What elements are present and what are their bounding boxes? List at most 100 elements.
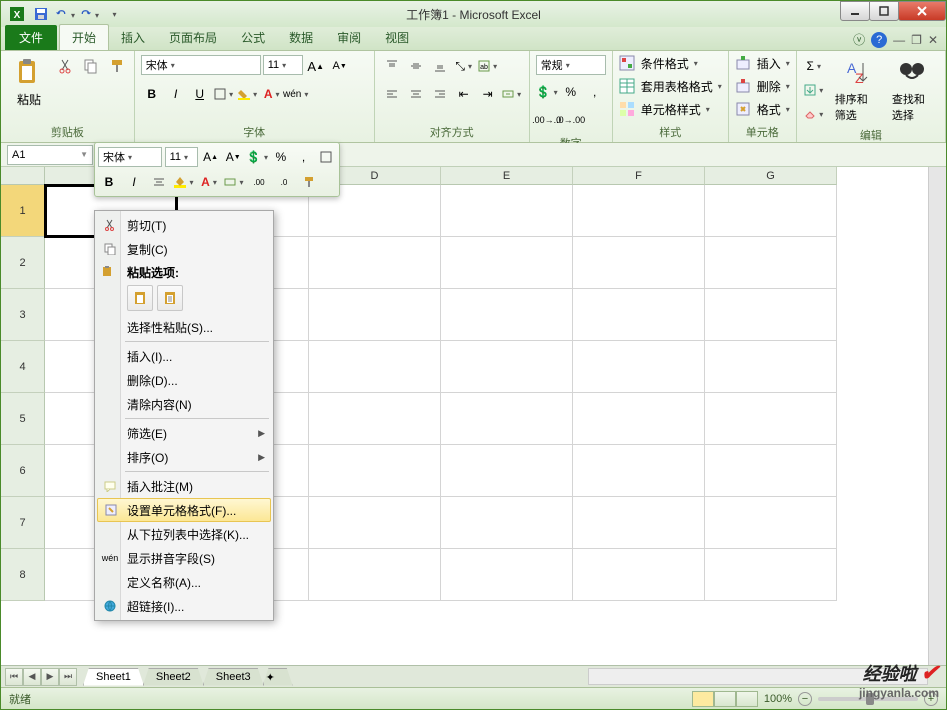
cm-cut[interactable]: 剪切(T) (97, 213, 271, 237)
cell[interactable] (309, 445, 441, 497)
zoom-level[interactable]: 100% (764, 693, 792, 705)
tab-insert[interactable]: 插入 (109, 25, 157, 50)
cell[interactable] (441, 341, 573, 393)
number-format-combo[interactable]: 常规 (536, 55, 606, 75)
underline-icon[interactable]: U (189, 83, 211, 105)
cell[interactable] (705, 497, 837, 549)
cell[interactable] (573, 289, 705, 341)
cm-hyperlink[interactable]: 超链接(I)... (97, 594, 271, 618)
cm-format-cells[interactable]: 设置单元格格式(F)... (97, 498, 271, 522)
cm-define-name[interactable]: 定义名称(A)... (97, 570, 271, 594)
view-page-break-icon[interactable] (736, 691, 758, 707)
currency-icon[interactable]: 💲 (536, 81, 558, 103)
clear-icon[interactable] (803, 103, 825, 125)
cell[interactable] (705, 341, 837, 393)
sheet-nav-next-icon[interactable]: ▶ (41, 668, 59, 686)
cell[interactable] (309, 549, 441, 601)
align-center-icon[interactable] (405, 83, 427, 105)
doc-minimize-icon[interactable]: — (893, 33, 905, 47)
mini-size-combo[interactable]: 11 (165, 147, 198, 167)
tab-data[interactable]: 数据 (277, 25, 325, 50)
delete-cells-button[interactable]: 删除 (735, 78, 790, 95)
cell[interactable] (573, 185, 705, 237)
cell[interactable] (705, 185, 837, 237)
cut-icon[interactable] (55, 55, 77, 77)
cell[interactable] (441, 237, 573, 289)
wrap-text-icon[interactable]: ab (477, 55, 499, 77)
mini-grow-font-icon[interactable]: A▲ (201, 146, 221, 168)
sheet-nav-first-icon[interactable]: ⏮ (5, 668, 23, 686)
decrease-decimal-icon[interactable]: .0→.00 (560, 109, 582, 131)
fill-color-icon[interactable] (237, 83, 259, 105)
cell[interactable] (705, 549, 837, 601)
format-as-table-button[interactable]: 套用表格格式 (619, 78, 722, 95)
qat-customize-icon[interactable] (103, 4, 123, 24)
redo-icon[interactable] (79, 4, 99, 24)
increase-indent-icon[interactable]: ⇥ (477, 83, 499, 105)
sheet-nav-last-icon[interactable]: ⏭ (59, 668, 77, 686)
sort-filter-button[interactable]: AZ 排序和筛选 (829, 55, 882, 125)
mini-shrink-font-icon[interactable]: A▼ (223, 146, 243, 168)
tab-review[interactable]: 审阅 (325, 25, 373, 50)
cell[interactable] (573, 497, 705, 549)
cell[interactable] (573, 393, 705, 445)
sheet-tab[interactable]: Sheet1 (83, 668, 144, 686)
cm-filter[interactable]: 筛选(E)▶ (97, 421, 271, 445)
cell[interactable] (441, 393, 573, 445)
mini-border-icon[interactable] (316, 146, 336, 168)
col-header[interactable]: F (573, 167, 705, 185)
undo-icon[interactable] (55, 4, 75, 24)
cm-copy[interactable]: 复制(C) (97, 237, 271, 261)
cm-clear[interactable]: 清除内容(N) (97, 392, 271, 416)
save-icon[interactable] (31, 4, 51, 24)
row-header[interactable]: 4 (1, 341, 45, 393)
cm-insert-comment[interactable]: 插入批注(M) (97, 474, 271, 498)
merge-icon[interactable] (501, 83, 523, 105)
font-name-combo[interactable]: 宋体 (141, 55, 261, 75)
align-bottom-icon[interactable] (429, 55, 451, 77)
cell[interactable] (705, 445, 837, 497)
insert-cells-button[interactable]: 插入 (735, 55, 790, 72)
border-icon[interactable] (213, 83, 235, 105)
view-page-layout-icon[interactable] (714, 691, 736, 707)
file-tab[interactable]: 文件 (5, 25, 57, 50)
align-top-icon[interactable] (381, 55, 403, 77)
name-box[interactable]: A1▼ (7, 145, 93, 165)
view-normal-icon[interactable] (692, 691, 714, 707)
find-select-button[interactable]: 查找和选择 (886, 55, 939, 125)
maximize-button[interactable] (869, 1, 899, 21)
sheet-tab[interactable]: Sheet2 (143, 668, 204, 686)
row-header[interactable]: 2 (1, 237, 45, 289)
cm-paste-special[interactable]: 选择性粘贴(S)... (97, 315, 271, 339)
doc-restore-icon[interactable]: ❐ (911, 33, 922, 47)
cell[interactable] (309, 341, 441, 393)
help-icon[interactable]: ? (871, 32, 887, 48)
doc-close-icon[interactable]: ✕ (928, 33, 938, 47)
select-all-corner[interactable] (1, 167, 45, 185)
phonetic-icon[interactable]: wén (285, 83, 307, 105)
cm-phonetic[interactable]: wén显示拼音字段(S) (97, 546, 271, 570)
align-left-icon[interactable] (381, 83, 403, 105)
col-header[interactable]: G (705, 167, 837, 185)
cell[interactable] (441, 185, 573, 237)
mini-inc-decimal-icon[interactable]: .00 (248, 171, 270, 193)
paste-option-all[interactable] (127, 285, 153, 311)
paste-button[interactable]: 粘贴 (7, 55, 51, 110)
italic-icon[interactable]: I (165, 83, 187, 105)
row-header[interactable]: 5 (1, 393, 45, 445)
conditional-format-button[interactable]: 条件格式 (619, 55, 698, 72)
new-sheet-button[interactable]: ✦ (263, 668, 293, 686)
minimize-button[interactable] (840, 1, 870, 21)
mini-bold-icon[interactable]: B (98, 171, 120, 193)
sheet-nav-prev-icon[interactable]: ◀ (23, 668, 41, 686)
cell[interactable] (441, 445, 573, 497)
mini-dec-decimal-icon[interactable]: .0 (273, 171, 295, 193)
percent-icon[interactable]: % (560, 81, 582, 103)
mini-italic-icon[interactable]: I (123, 171, 145, 193)
cm-sort[interactable]: 排序(O)▶ (97, 445, 271, 469)
align-middle-icon[interactable] (405, 55, 427, 77)
cell[interactable] (441, 549, 573, 601)
cell[interactable] (573, 341, 705, 393)
mini-percent-icon[interactable]: % (271, 146, 291, 168)
cell[interactable] (573, 237, 705, 289)
